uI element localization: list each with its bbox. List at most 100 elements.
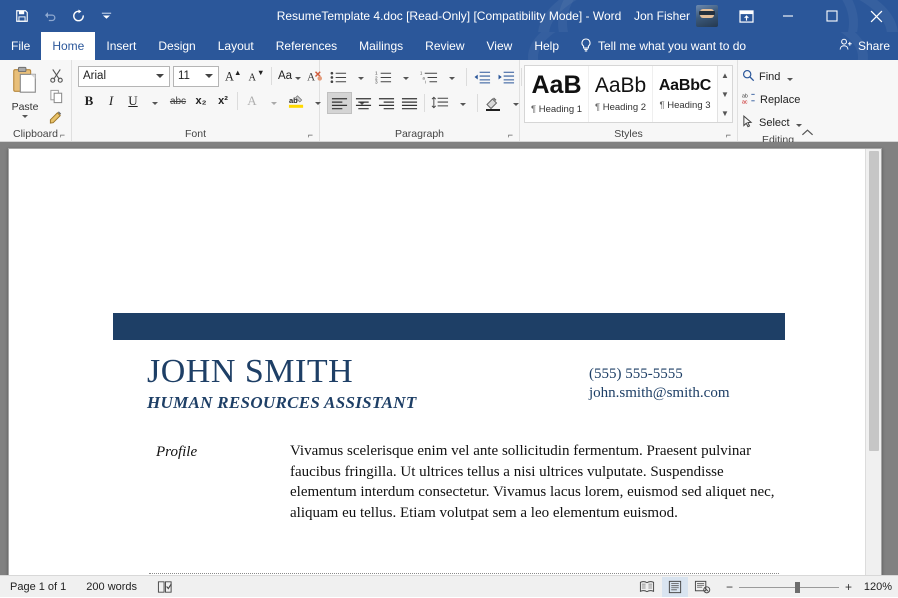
tab-insert[interactable]: Insert: [95, 32, 147, 60]
zoom-level-label[interactable]: 120%: [858, 581, 892, 593]
styles-more-icon[interactable]: ▼: [718, 104, 732, 122]
share-button[interactable]: Share: [839, 32, 890, 60]
chevron-down-icon[interactable]: [156, 74, 164, 78]
chevron-down-icon[interactable]: [93, 4, 119, 28]
page-indicator[interactable]: Page 1 of 1: [0, 581, 76, 593]
font-dialog-launcher-icon[interactable]: ⌐: [308, 129, 313, 141]
multilevel-list-button[interactable]: 1ai: [417, 66, 441, 88]
font-size-value: 11: [178, 70, 202, 82]
tab-mailings[interactable]: Mailings: [348, 32, 414, 60]
chevron-down-icon[interactable]: [295, 77, 301, 80]
tell-me-label: Tell me what you want to do: [598, 39, 746, 53]
tab-view[interactable]: View: [476, 32, 524, 60]
document-page[interactable]: JOHN SMITH HUMAN RESOURCES ASSISTANT (55…: [8, 148, 882, 575]
align-right-button[interactable]: [375, 92, 398, 114]
share-person-icon: [839, 38, 853, 54]
align-center-button[interactable]: [352, 92, 375, 114]
bullets-button[interactable]: [327, 66, 350, 88]
numbering-chevron-down-icon[interactable]: [395, 66, 417, 88]
tab-layout[interactable]: Layout: [207, 32, 265, 60]
close-icon[interactable]: [854, 0, 898, 32]
superscript-button[interactable]: x²: [212, 90, 234, 112]
tab-references[interactable]: References: [265, 32, 348, 60]
underline-button[interactable]: U: [122, 90, 144, 112]
ribbon-display-options-icon[interactable]: [726, 0, 766, 32]
text-effects-button[interactable]: A: [241, 90, 263, 112]
maximize-icon[interactable]: [810, 0, 854, 32]
line-spacing-button[interactable]: [428, 92, 452, 114]
italic-button[interactable]: I: [100, 90, 122, 112]
tab-design[interactable]: Design: [147, 32, 206, 60]
select-chevron-down-icon[interactable]: [796, 124, 802, 127]
subscript-button[interactable]: x₂: [190, 90, 212, 112]
font-size-combobox[interactable]: 11: [173, 66, 219, 87]
clipboard-dialog-launcher-icon[interactable]: ⌐: [60, 129, 65, 141]
format-painter-icon[interactable]: [46, 108, 66, 127]
tell-me-box[interactable]: Tell me what you want to do: [570, 32, 746, 60]
change-case-button[interactable]: Aa: [275, 65, 304, 87]
scrollbar-thumb[interactable]: [869, 151, 879, 451]
read-mode-button[interactable]: [634, 577, 660, 597]
styles-scroll-up-icon[interactable]: ▲: [718, 66, 732, 84]
print-layout-button[interactable]: [662, 577, 688, 597]
numbering-button[interactable]: 123: [372, 66, 395, 88]
shrink-font-button[interactable]: A▼: [245, 65, 268, 87]
decrease-indent-button[interactable]: [470, 66, 494, 88]
style-heading-3[interactable]: AaBbC ¶ Heading 3: [653, 66, 717, 122]
document-vertical-scrollbar[interactable]: [865, 149, 881, 575]
paragraph-dialog-launcher-icon[interactable]: ⌐: [508, 129, 513, 141]
redo-icon[interactable]: [65, 4, 91, 28]
collapse-ribbon-icon[interactable]: [801, 128, 814, 140]
select-button[interactable]: Select: [742, 113, 802, 133]
justify-button[interactable]: [398, 92, 421, 114]
cut-icon[interactable]: [46, 66, 66, 85]
bullets-chevron-down-icon[interactable]: [350, 66, 372, 88]
copy-icon[interactable]: [46, 87, 66, 106]
bold-button[interactable]: B: [78, 90, 100, 112]
document-canvas[interactable]: JOHN SMITH HUMAN RESOURCES ASSISTANT (55…: [0, 142, 898, 575]
style-heading-1[interactable]: AaB ¶ Heading 1: [525, 66, 589, 122]
increase-indent-button[interactable]: [494, 66, 518, 88]
tab-home[interactable]: Home: [41, 32, 95, 60]
tab-file[interactable]: File: [0, 32, 41, 60]
save-icon[interactable]: [9, 4, 35, 28]
find-chevron-down-icon[interactable]: [787, 78, 793, 81]
strikethrough-button[interactable]: abc: [166, 90, 190, 112]
chevron-down-icon[interactable]: [205, 74, 213, 78]
account-button[interactable]: Jon Fisher: [630, 5, 726, 27]
word-count[interactable]: 200 words: [76, 581, 147, 593]
line-spacing-chevron-down-icon[interactable]: [452, 92, 474, 114]
underline-chevron-down-icon[interactable]: [144, 90, 166, 112]
svg-text:A: A: [248, 73, 256, 84]
chevron-down-icon[interactable]: [22, 115, 28, 118]
proofing-status-icon[interactable]: [147, 580, 183, 594]
zoom-control[interactable]: − + 120%: [726, 580, 892, 594]
minimize-icon[interactable]: [766, 0, 810, 32]
zoom-slider[interactable]: [739, 587, 839, 588]
find-button[interactable]: Find: [742, 67, 793, 87]
avatar[interactable]: [696, 5, 718, 27]
paste-button[interactable]: Paste: [4, 63, 46, 118]
zoom-slider-thumb[interactable]: [795, 582, 800, 593]
shading-button[interactable]: [481, 92, 505, 114]
replace-button[interactable]: abac Replace: [742, 90, 800, 110]
tab-review[interactable]: Review: [414, 32, 475, 60]
web-layout-button[interactable]: [690, 577, 716, 597]
zoom-out-button[interactable]: −: [726, 580, 733, 594]
text-highlight-color-button[interactable]: ab: [285, 90, 307, 112]
multilevel-chevron-down-icon[interactable]: [441, 66, 463, 88]
align-left-button[interactable]: [327, 92, 352, 114]
undo-icon[interactable]: [37, 4, 63, 28]
font-name-combobox[interactable]: Arial: [78, 66, 170, 87]
svg-text:▼: ▼: [257, 68, 264, 77]
styles-label-text: Styles: [614, 128, 643, 140]
zoom-in-button[interactable]: +: [845, 580, 852, 594]
styles-dialog-launcher-icon[interactable]: ⌐: [726, 129, 731, 141]
styles-scrollbar[interactable]: ▲ ▼ ▼: [717, 66, 732, 122]
tab-help[interactable]: Help: [523, 32, 570, 60]
styles-scroll-down-icon[interactable]: ▼: [718, 85, 732, 103]
grow-font-button[interactable]: A▲: [222, 65, 245, 87]
group-label-clipboard: Clipboard ⌐: [4, 127, 67, 141]
text-effects-chevron-down-icon[interactable]: [263, 90, 285, 112]
style-heading-2[interactable]: AaBb ¶ Heading 2: [589, 66, 653, 122]
